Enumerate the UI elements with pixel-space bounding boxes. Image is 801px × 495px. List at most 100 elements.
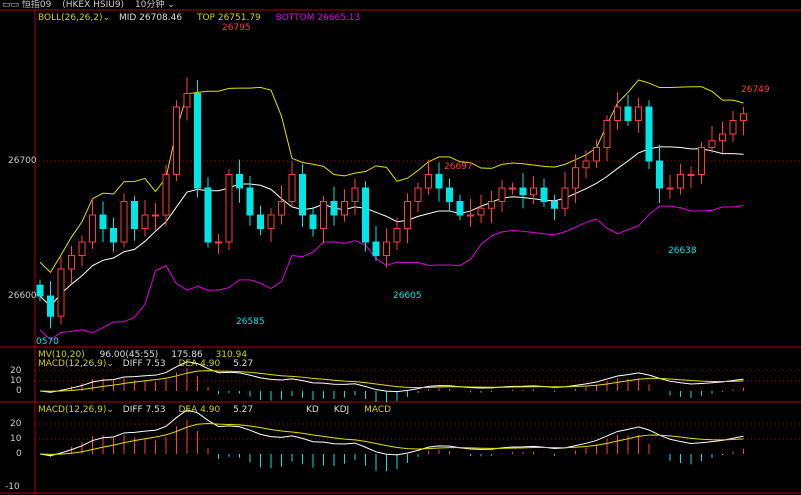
candle-down: [236, 174, 243, 189]
candle-up: [498, 187, 506, 202]
window-icon: ▭▭: [2, 0, 22, 10]
boll-bottom: BOTTOM 26665.13: [275, 13, 361, 23]
boll-selector[interactable]: BOLL(26,26,2)⌄: [38, 13, 110, 23]
candle-down: [435, 174, 443, 189]
macd-legend: MACD(12,26,9)⌄ DIFF 7.53 DEA 4.90 5.27: [38, 359, 254, 369]
y-label: -10: [5, 482, 20, 492]
y-label: 0: [16, 449, 22, 459]
candle-up: [89, 214, 96, 243]
candle-down: [540, 187, 548, 202]
candle-down: [624, 106, 632, 121]
boll-legend: BOLL(26,26,2)⌄ MID 26708.46 TOP 26751.79…: [38, 13, 360, 24]
candle-up: [614, 106, 621, 121]
candle-up: [320, 201, 327, 229]
macd-value: 5.27: [233, 405, 254, 415]
candle-down: [131, 201, 138, 229]
candle-up: [404, 201, 411, 229]
candle-up: [698, 147, 705, 175]
period-selector[interactable]: 10分钟 ⌄: [135, 0, 175, 10]
candle-up: [288, 174, 296, 202]
symbol-name: 恒指09: [21, 0, 52, 10]
boll-label: BOLL(26,26,2): [38, 13, 103, 23]
candle-up: [267, 214, 275, 229]
candle-down: [36, 284, 44, 297]
candle-up: [635, 106, 642, 121]
candle-up: [530, 187, 537, 196]
low-annotation: 26585: [236, 317, 265, 327]
candle-down: [330, 201, 338, 216]
macd-label[interactable]: MACD(12,26,9): [38, 405, 106, 415]
candle-up: [509, 187, 516, 190]
candle-up: [572, 167, 579, 189]
candle-up: [593, 147, 600, 162]
candle-down: [372, 241, 380, 256]
y-label: 26600: [8, 291, 37, 301]
candle-down: [362, 187, 369, 243]
low-annotation: 26605: [393, 291, 422, 301]
candle-up: [141, 214, 149, 229]
tab-kd[interactable]: KD: [306, 405, 319, 415]
candle-up: [582, 160, 590, 169]
tab-macd[interactable]: MACD: [364, 405, 391, 415]
candle-down: [204, 187, 212, 243]
candle-up: [561, 187, 569, 209]
candle-down: [246, 187, 254, 216]
chevron-down-icon: ⌄: [167, 0, 175, 10]
candle-up: [687, 174, 695, 176]
candle-down: [645, 106, 653, 162]
diff-line: [39, 409, 744, 457]
candle-up: [425, 174, 432, 189]
candle-down: [257, 214, 264, 229]
candle-up: [393, 228, 401, 243]
candle-up: [603, 120, 611, 148]
macd-diff: DIFF 7.53: [122, 405, 166, 415]
candle-up: [152, 214, 159, 217]
boll-top: TOP 26751.79: [196, 13, 261, 23]
candle-down: [519, 187, 527, 196]
macd-dea: DEA 4.90: [178, 359, 221, 369]
tab-kdj[interactable]: KDJ: [334, 405, 350, 415]
low-annotation: 26638: [668, 246, 697, 256]
y-label: 26700: [8, 156, 37, 166]
macd-label[interactable]: MACD(12,26,9): [38, 359, 106, 369]
candle-up: [215, 241, 222, 244]
candle-up: [225, 174, 233, 243]
candle-up: [278, 201, 285, 216]
period-label: 10分钟: [134, 0, 165, 10]
macd-dea: DEA 4.90: [178, 405, 221, 415]
macd-value: 5.27: [233, 359, 254, 369]
candle-down: [656, 160, 663, 189]
candle-up: [57, 268, 65, 317]
candle-up: [120, 201, 128, 243]
candle-up: [68, 255, 75, 270]
candle-up: [183, 93, 191, 108]
y-label: 20: [10, 419, 22, 429]
candle-up: [351, 187, 359, 202]
candle-up: [383, 241, 390, 256]
y-label: 10: [10, 434, 22, 444]
candle-down: [110, 228, 117, 243]
candle-down: [194, 93, 201, 189]
chevron-down-icon: ⌄: [102, 13, 111, 23]
candle-down: [99, 214, 107, 229]
candle-down: [456, 201, 464, 216]
candle-up: [708, 140, 716, 148]
high-annotation: 26795: [222, 23, 251, 33]
candle-up: [78, 241, 86, 256]
low-annotation: 0570: [36, 337, 59, 347]
candle-up: [740, 113, 747, 121]
macd2-legend: MACD(12,26,9)⌄ DIFF 7.53 DEA 4.90 5.27 K…: [38, 405, 392, 415]
boll-mid: MID 26708.46: [118, 13, 183, 23]
high-annotation: 26749: [741, 85, 770, 95]
symbol-code: (HKEX HSIU9): [62, 0, 125, 10]
candle-down: [446, 187, 453, 202]
candle-up: [719, 133, 726, 142]
high-annotation: 26697: [444, 162, 473, 172]
candle-up: [477, 207, 485, 216]
candle-up: [729, 120, 737, 135]
candle-up: [488, 201, 495, 209]
candle-up: [677, 174, 684, 189]
y-label: 0: [16, 386, 22, 396]
candle-up: [666, 187, 674, 190]
candle-up: [414, 187, 422, 202]
